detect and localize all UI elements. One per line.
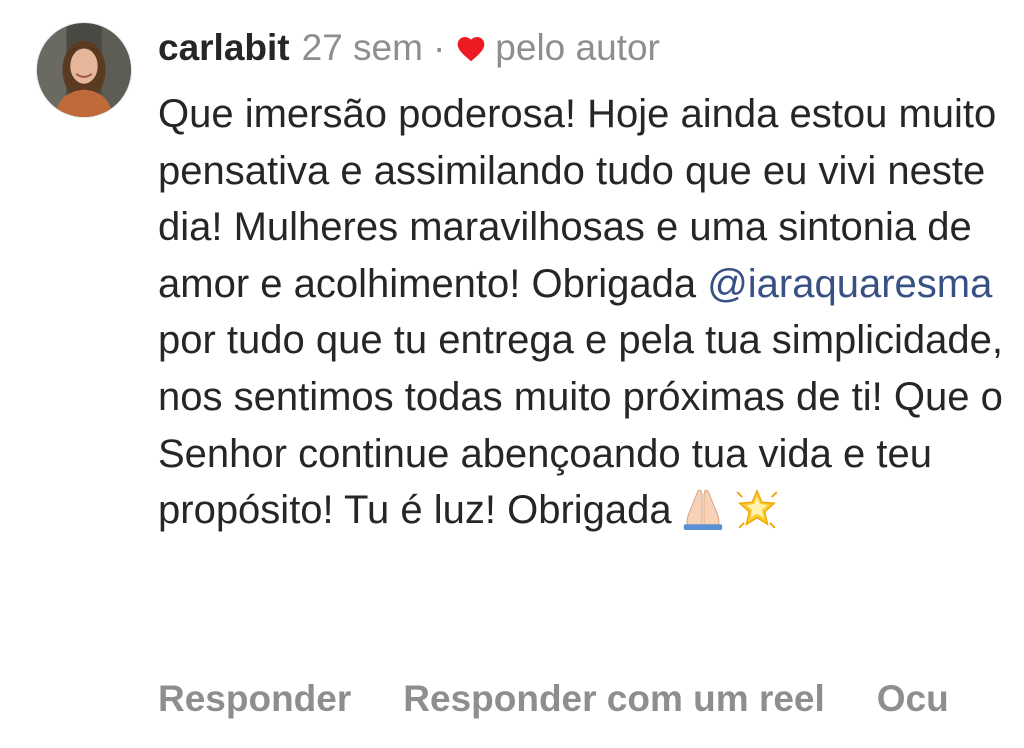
separator-dot: ·: [432, 27, 446, 68]
avatar-photo: [37, 23, 131, 117]
heart-icon: [457, 37, 485, 62]
comment-header: carlabit 27 sem · pelo autor: [158, 24, 660, 72]
liked-by-author-label: pelo autor: [495, 27, 660, 68]
glowing-star-icon: [736, 489, 777, 529]
reply-with-reel-button[interactable]: Responder com um reel: [403, 678, 825, 720]
reply-button[interactable]: Responder: [158, 678, 351, 720]
hide-button[interactable]: Ocu: [877, 678, 949, 720]
comment-text: Que imersão poderosa! Hoje ainda estou m…: [158, 86, 1018, 539]
comment-text-part: por tudo que tu entrega e pela tua simpl…: [158, 318, 1004, 533]
folded-hands-icon: [683, 489, 722, 531]
timestamp: 27 sem: [301, 27, 423, 68]
comment-actions: Responder Responder com um reel Ocu: [158, 672, 1001, 726]
mention-link[interactable]: @iaraquaresma: [707, 262, 992, 306]
username-link[interactable]: carlabit: [158, 24, 290, 72]
avatar[interactable]: [36, 22, 132, 118]
